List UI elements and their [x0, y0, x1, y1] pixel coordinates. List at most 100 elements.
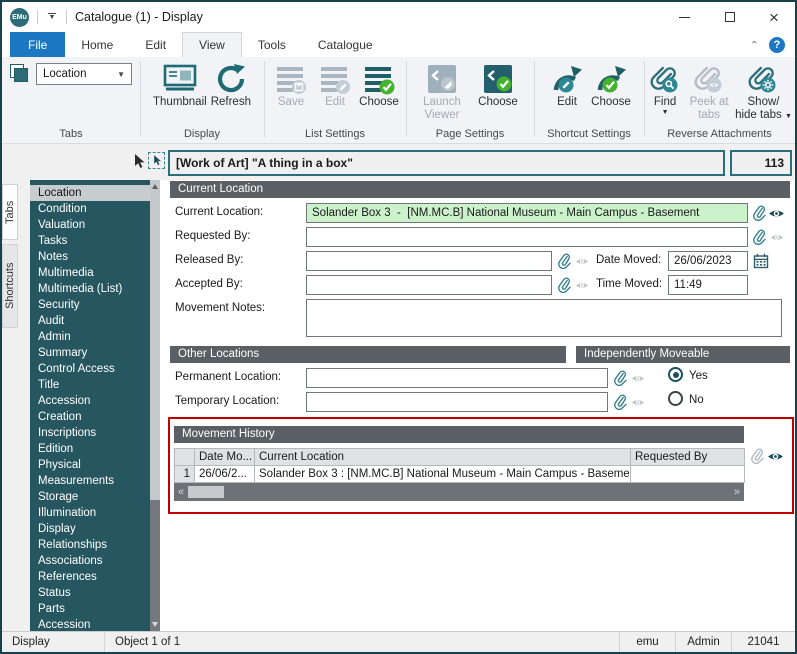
movement-history-horizontal-scrollbar[interactable]: « »	[174, 483, 744, 501]
tab-item-physical[interactable]: Physical	[30, 457, 150, 473]
movement-history-row[interactable]: 1 26/06/2... Solander Box 3 : [NM.MC.B] …	[175, 466, 745, 483]
view-attachment-eye-icon[interactable]	[768, 205, 785, 222]
emu-app-icon[interactable]: EMu	[10, 8, 29, 27]
tab-item-creation[interactable]: Creation	[30, 409, 150, 425]
chevron-down-icon[interactable]: ▼	[662, 109, 669, 117]
list-choose-button[interactable]: Choose	[359, 62, 399, 109]
vertical-tab-shortcuts[interactable]: Shortcuts	[2, 244, 18, 328]
scrollbar-thumb[interactable]	[150, 180, 160, 500]
released-by-field[interactable]	[306, 251, 552, 271]
list-save-button[interactable]: Save	[271, 62, 311, 109]
tab-item-notes[interactable]: Notes	[30, 249, 150, 265]
quick-access-dropdown-icon[interactable]: ▼	[46, 13, 58, 21]
tab-item-display[interactable]: Display	[30, 521, 150, 537]
list-edit-button[interactable]: Edit	[315, 62, 355, 109]
tab-edit[interactable]: Edit	[129, 32, 182, 57]
close-button[interactable]: ×	[755, 2, 793, 32]
tab-item-summary[interactable]: Summary	[30, 345, 150, 361]
attach-icon[interactable]	[750, 228, 767, 245]
list-save-icon	[275, 62, 307, 96]
date-moved-field[interactable]: 26/06/2023	[668, 251, 748, 271]
tab-item-accession[interactable]: Accession	[30, 393, 150, 409]
page-choose-button[interactable]: Choose	[472, 62, 524, 109]
collapse-ribbon-icon[interactable]: ⌃	[750, 39, 759, 49]
scroll-left-icon[interactable]: «	[174, 483, 188, 501]
tab-item-measurements[interactable]: Measurements	[30, 473, 150, 489]
attach-icon[interactable]	[750, 204, 767, 221]
tab-item-associations[interactable]: Associations	[30, 553, 150, 569]
tab-item-illumination[interactable]: Illumination	[30, 505, 150, 521]
permanent-location-field[interactable]	[306, 368, 608, 388]
tab-item-title[interactable]: Title	[30, 377, 150, 393]
find-button[interactable]: Find ▼	[647, 62, 683, 117]
tab-select-combobox[interactable]: Location ▼	[36, 63, 132, 85]
chevron-down-icon[interactable]: ▼	[785, 113, 792, 120]
section-header-current-location: Current Location	[170, 181, 790, 198]
date-moved-cell[interactable]: 26/06/2...	[195, 466, 255, 483]
view-attachment-eye-icon[interactable]	[767, 448, 784, 465]
launch-viewer-button[interactable]: Launch Viewer	[416, 62, 468, 122]
tab-catalogue[interactable]: Catalogue	[302, 32, 389, 57]
requested-by-field[interactable]	[306, 227, 748, 247]
tab-item-admin[interactable]: Admin	[30, 329, 150, 345]
tab-item-audit[interactable]: Audit	[30, 313, 150, 329]
show-hide-tabs-button[interactable]: Show/ hide tabs ▼	[735, 62, 792, 122]
peek-at-tabs-button[interactable]: Peek at tabs	[687, 62, 731, 122]
attach-icon[interactable]	[555, 252, 572, 269]
column-header-date-moved[interactable]: Date Mo...	[195, 449, 255, 466]
pointer-cursor-icon[interactable]	[132, 154, 146, 172]
scroll-right-icon[interactable]: »	[730, 483, 744, 501]
tab-item-parts[interactable]: Parts	[30, 601, 150, 617]
attach-icon[interactable]	[555, 276, 572, 293]
scroll-down-icon[interactable]	[152, 622, 158, 627]
select-mode-icon[interactable]	[148, 152, 165, 169]
tab-item-valuation[interactable]: Valuation	[30, 217, 150, 233]
tab-tools[interactable]: Tools	[242, 32, 302, 57]
tab-item-multimedia-list[interactable]: Multimedia (List)	[30, 281, 150, 297]
scroll-up-icon[interactable]	[152, 184, 158, 189]
current-location-field[interactable]: Solander Box 3 - [NM.MC.B] National Muse…	[306, 203, 748, 223]
tab-item-condition[interactable]: Condition	[30, 201, 150, 217]
column-header-current-location[interactable]: Current Location	[255, 449, 631, 466]
temporary-location-label: Temporary Location:	[175, 395, 279, 407]
movement-notes-field[interactable]	[306, 299, 782, 337]
requested-by-cell[interactable]	[631, 466, 745, 483]
shortcut-choose-button[interactable]: Choose	[591, 62, 631, 109]
help-icon[interactable]: ?	[769, 37, 785, 53]
tab-item-references[interactable]: References	[30, 569, 150, 585]
tab-view[interactable]: View	[182, 32, 242, 57]
tab-item-edition[interactable]: Edition	[30, 441, 150, 457]
maximize-button[interactable]	[711, 2, 749, 32]
refresh-button[interactable]: Refresh	[211, 62, 251, 109]
independently-moveable-no-radio[interactable]	[668, 391, 683, 406]
tab-item-location[interactable]: Location	[30, 185, 150, 201]
tab-item-inscriptions[interactable]: Inscriptions	[30, 425, 150, 441]
scrollbar-thumb[interactable]	[188, 486, 224, 498]
chevron-down-icon[interactable]: ▼	[117, 70, 125, 79]
tab-item-security[interactable]: Security	[30, 297, 150, 313]
attach-icon[interactable]	[611, 393, 628, 410]
column-header-requested-by[interactable]: Requested By	[631, 449, 745, 466]
tab-item-status[interactable]: Status	[30, 585, 150, 601]
tabs-stack-icon[interactable]	[10, 64, 30, 84]
tab-list-scrollbar[interactable]	[150, 180, 160, 631]
tab-item-tasks[interactable]: Tasks	[30, 233, 150, 249]
temporary-location-field[interactable]	[306, 392, 608, 412]
shortcut-edit-button[interactable]: Edit	[547, 62, 587, 109]
tab-item-relationships[interactable]: Relationships	[30, 537, 150, 553]
accepted-by-field[interactable]	[306, 275, 552, 295]
time-moved-field[interactable]: 11:49	[668, 275, 748, 295]
current-location-cell[interactable]: Solander Box 3 : [NM.MC.B] National Muse…	[255, 466, 631, 483]
vertical-tab-tabs[interactable]: Tabs	[2, 184, 18, 240]
tab-home[interactable]: Home	[65, 32, 129, 57]
tab-file[interactable]: File	[10, 32, 65, 57]
tab-item-control-access[interactable]: Control Access	[30, 361, 150, 377]
tab-item-storage[interactable]: Storage	[30, 489, 150, 505]
movement-history-header-row: Date Mo... Current Location Requested By	[175, 449, 745, 466]
minimize-button[interactable]	[665, 2, 703, 32]
calendar-icon[interactable]	[752, 252, 769, 269]
independently-moveable-yes-radio[interactable]	[668, 367, 683, 382]
thumbnail-button[interactable]: Thumbnail	[153, 62, 207, 109]
attach-icon[interactable]	[611, 369, 628, 386]
tab-item-multimedia[interactable]: Multimedia	[30, 265, 150, 281]
